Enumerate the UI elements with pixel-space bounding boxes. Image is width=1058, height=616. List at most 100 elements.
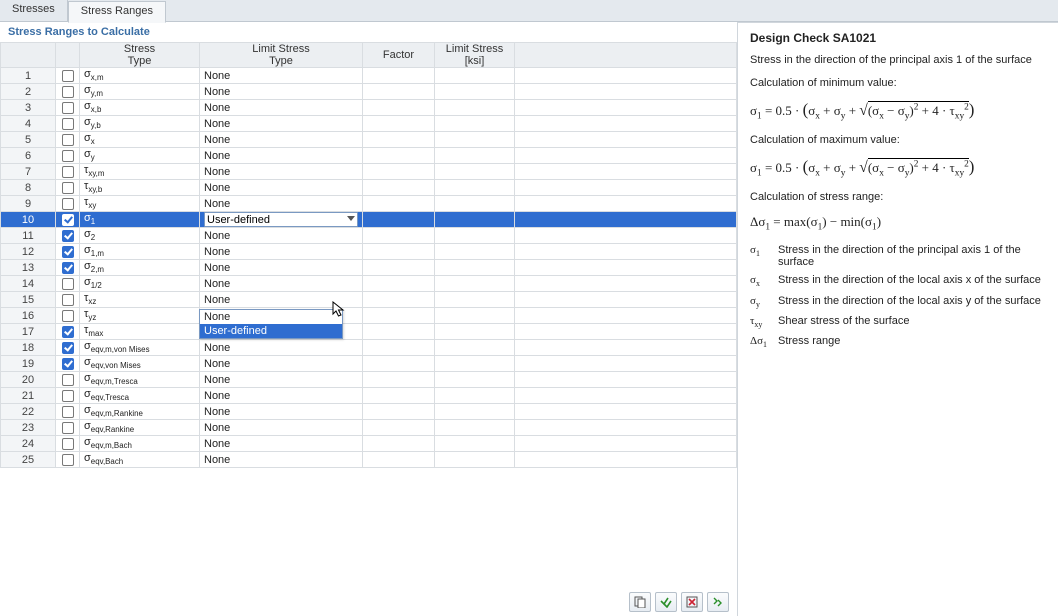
- row-checkbox[interactable]: [62, 166, 74, 178]
- limit-type-dropdown[interactable]: User-defined: [204, 212, 358, 227]
- factor-cell[interactable]: [363, 244, 435, 260]
- row-checkbox[interactable]: [62, 86, 74, 98]
- factor-cell[interactable]: [363, 388, 435, 404]
- copy-button[interactable]: [629, 592, 651, 612]
- row-checkbox-cell[interactable]: [56, 116, 80, 132]
- limit-ksi-cell[interactable]: [435, 228, 515, 244]
- limit-type-cell[interactable]: None: [200, 164, 363, 180]
- row-checkbox-cell[interactable]: [56, 260, 80, 276]
- stress-type-cell[interactable]: σ2: [80, 228, 200, 244]
- table-row[interactable]: 10σ1User-defined: [1, 212, 737, 228]
- table-row[interactable]: 23σeqv,RankineNone: [1, 420, 737, 436]
- stress-type-cell[interactable]: τxz: [80, 292, 200, 308]
- table-row[interactable]: 16τyzNone: [1, 308, 737, 324]
- row-checkbox-cell[interactable]: [56, 196, 80, 212]
- stress-type-cell[interactable]: σx,m: [80, 68, 200, 84]
- limit-ksi-cell[interactable]: [435, 308, 515, 324]
- row-checkbox[interactable]: [62, 294, 74, 306]
- table-row[interactable]: 3σx,bNone: [1, 100, 737, 116]
- table-row[interactable]: 8τxy,bNone: [1, 180, 737, 196]
- row-checkbox-cell[interactable]: [56, 68, 80, 84]
- limit-ksi-cell[interactable]: [435, 356, 515, 372]
- options-button[interactable]: [707, 592, 729, 612]
- factor-cell[interactable]: [363, 324, 435, 340]
- factor-cell[interactable]: [363, 420, 435, 436]
- limit-type-cell[interactable]: None: [200, 388, 363, 404]
- stress-type-cell[interactable]: σeqv,Tresca: [80, 388, 200, 404]
- limit-type-cell[interactable]: None: [200, 372, 363, 388]
- row-checkbox-cell[interactable]: [56, 212, 80, 228]
- table-row[interactable]: 19σeqv,von MisesNone: [1, 356, 737, 372]
- factor-cell[interactable]: [363, 228, 435, 244]
- stress-type-cell[interactable]: σeqv,Bach: [80, 452, 200, 468]
- stress-type-cell[interactable]: σeqv,m,Bach: [80, 436, 200, 452]
- stress-type-cell[interactable]: τxy,m: [80, 164, 200, 180]
- tab-stresses[interactable]: Stresses: [0, 0, 68, 21]
- row-checkbox[interactable]: [62, 326, 74, 338]
- stress-type-cell[interactable]: σ1/2: [80, 276, 200, 292]
- limit-ksi-cell[interactable]: [435, 324, 515, 340]
- row-checkbox[interactable]: [62, 454, 74, 466]
- dropdown-option-user-defined[interactable]: User-defined: [200, 324, 342, 338]
- factor-cell[interactable]: [363, 452, 435, 468]
- limit-ksi-cell[interactable]: [435, 244, 515, 260]
- table-row[interactable]: 1σx,mNone: [1, 68, 737, 84]
- reset-button[interactable]: [681, 592, 703, 612]
- limit-ksi-cell[interactable]: [435, 212, 515, 228]
- table-row[interactable]: 22σeqv,m,RankineNone: [1, 404, 737, 420]
- limit-type-cell[interactable]: None: [200, 148, 363, 164]
- stress-type-cell[interactable]: σy,b: [80, 116, 200, 132]
- limit-type-cell[interactable]: None: [200, 180, 363, 196]
- limit-ksi-cell[interactable]: [435, 84, 515, 100]
- factor-cell[interactable]: [363, 356, 435, 372]
- limit-ksi-cell[interactable]: [435, 276, 515, 292]
- limit-ksi-cell[interactable]: [435, 180, 515, 196]
- table-row[interactable]: 11σ2None: [1, 228, 737, 244]
- row-checkbox[interactable]: [62, 358, 74, 370]
- factor-cell[interactable]: [363, 148, 435, 164]
- factor-cell[interactable]: [363, 212, 435, 228]
- limit-ksi-cell[interactable]: [435, 196, 515, 212]
- limit-ksi-cell[interactable]: [435, 404, 515, 420]
- row-checkbox-cell[interactable]: [56, 324, 80, 340]
- stress-type-cell[interactable]: σeqv,Rankine: [80, 420, 200, 436]
- table-row[interactable]: 15τxzNone: [1, 292, 737, 308]
- table-row[interactable]: 18σeqv,m,von MisesNone: [1, 340, 737, 356]
- stress-type-cell[interactable]: τxy,b: [80, 180, 200, 196]
- factor-cell[interactable]: [363, 180, 435, 196]
- row-checkbox[interactable]: [62, 182, 74, 194]
- factor-cell[interactable]: [363, 292, 435, 308]
- stress-type-cell[interactable]: σy,m: [80, 84, 200, 100]
- row-checkbox[interactable]: [62, 422, 74, 434]
- row-checkbox[interactable]: [62, 406, 74, 418]
- stress-type-cell[interactable]: σy: [80, 148, 200, 164]
- limit-type-cell[interactable]: None: [200, 436, 363, 452]
- factor-cell[interactable]: [363, 308, 435, 324]
- limit-type-cell[interactable]: None: [200, 340, 363, 356]
- factor-cell[interactable]: [363, 84, 435, 100]
- stress-type-cell[interactable]: σeqv,m,Rankine: [80, 404, 200, 420]
- table-row[interactable]: 25σeqv,BachNone: [1, 452, 737, 468]
- row-checkbox-cell[interactable]: [56, 132, 80, 148]
- limit-type-cell[interactable]: None: [200, 356, 363, 372]
- limit-ksi-cell[interactable]: [435, 292, 515, 308]
- row-checkbox[interactable]: [62, 278, 74, 290]
- limit-ksi-cell[interactable]: [435, 164, 515, 180]
- row-checkbox[interactable]: [62, 214, 74, 226]
- row-checkbox-cell[interactable]: [56, 372, 80, 388]
- limit-type-cell[interactable]: User-defined: [200, 212, 363, 228]
- factor-cell[interactable]: [363, 100, 435, 116]
- limit-type-cell[interactable]: None: [200, 116, 363, 132]
- row-checkbox[interactable]: [62, 310, 74, 322]
- limit-ksi-cell[interactable]: [435, 420, 515, 436]
- row-checkbox-cell[interactable]: [56, 244, 80, 260]
- stress-type-cell[interactable]: τmax: [80, 324, 200, 340]
- limit-type-cell[interactable]: None: [200, 452, 363, 468]
- limit-type-cell[interactable]: None: [200, 292, 363, 308]
- table-row[interactable]: 17τmaxNone: [1, 324, 737, 340]
- limit-type-cell[interactable]: None: [200, 132, 363, 148]
- limit-type-cell[interactable]: None: [200, 100, 363, 116]
- limit-ksi-cell[interactable]: [435, 132, 515, 148]
- table-row[interactable]: 5σxNone: [1, 132, 737, 148]
- stress-type-cell[interactable]: σeqv,m,Tresca: [80, 372, 200, 388]
